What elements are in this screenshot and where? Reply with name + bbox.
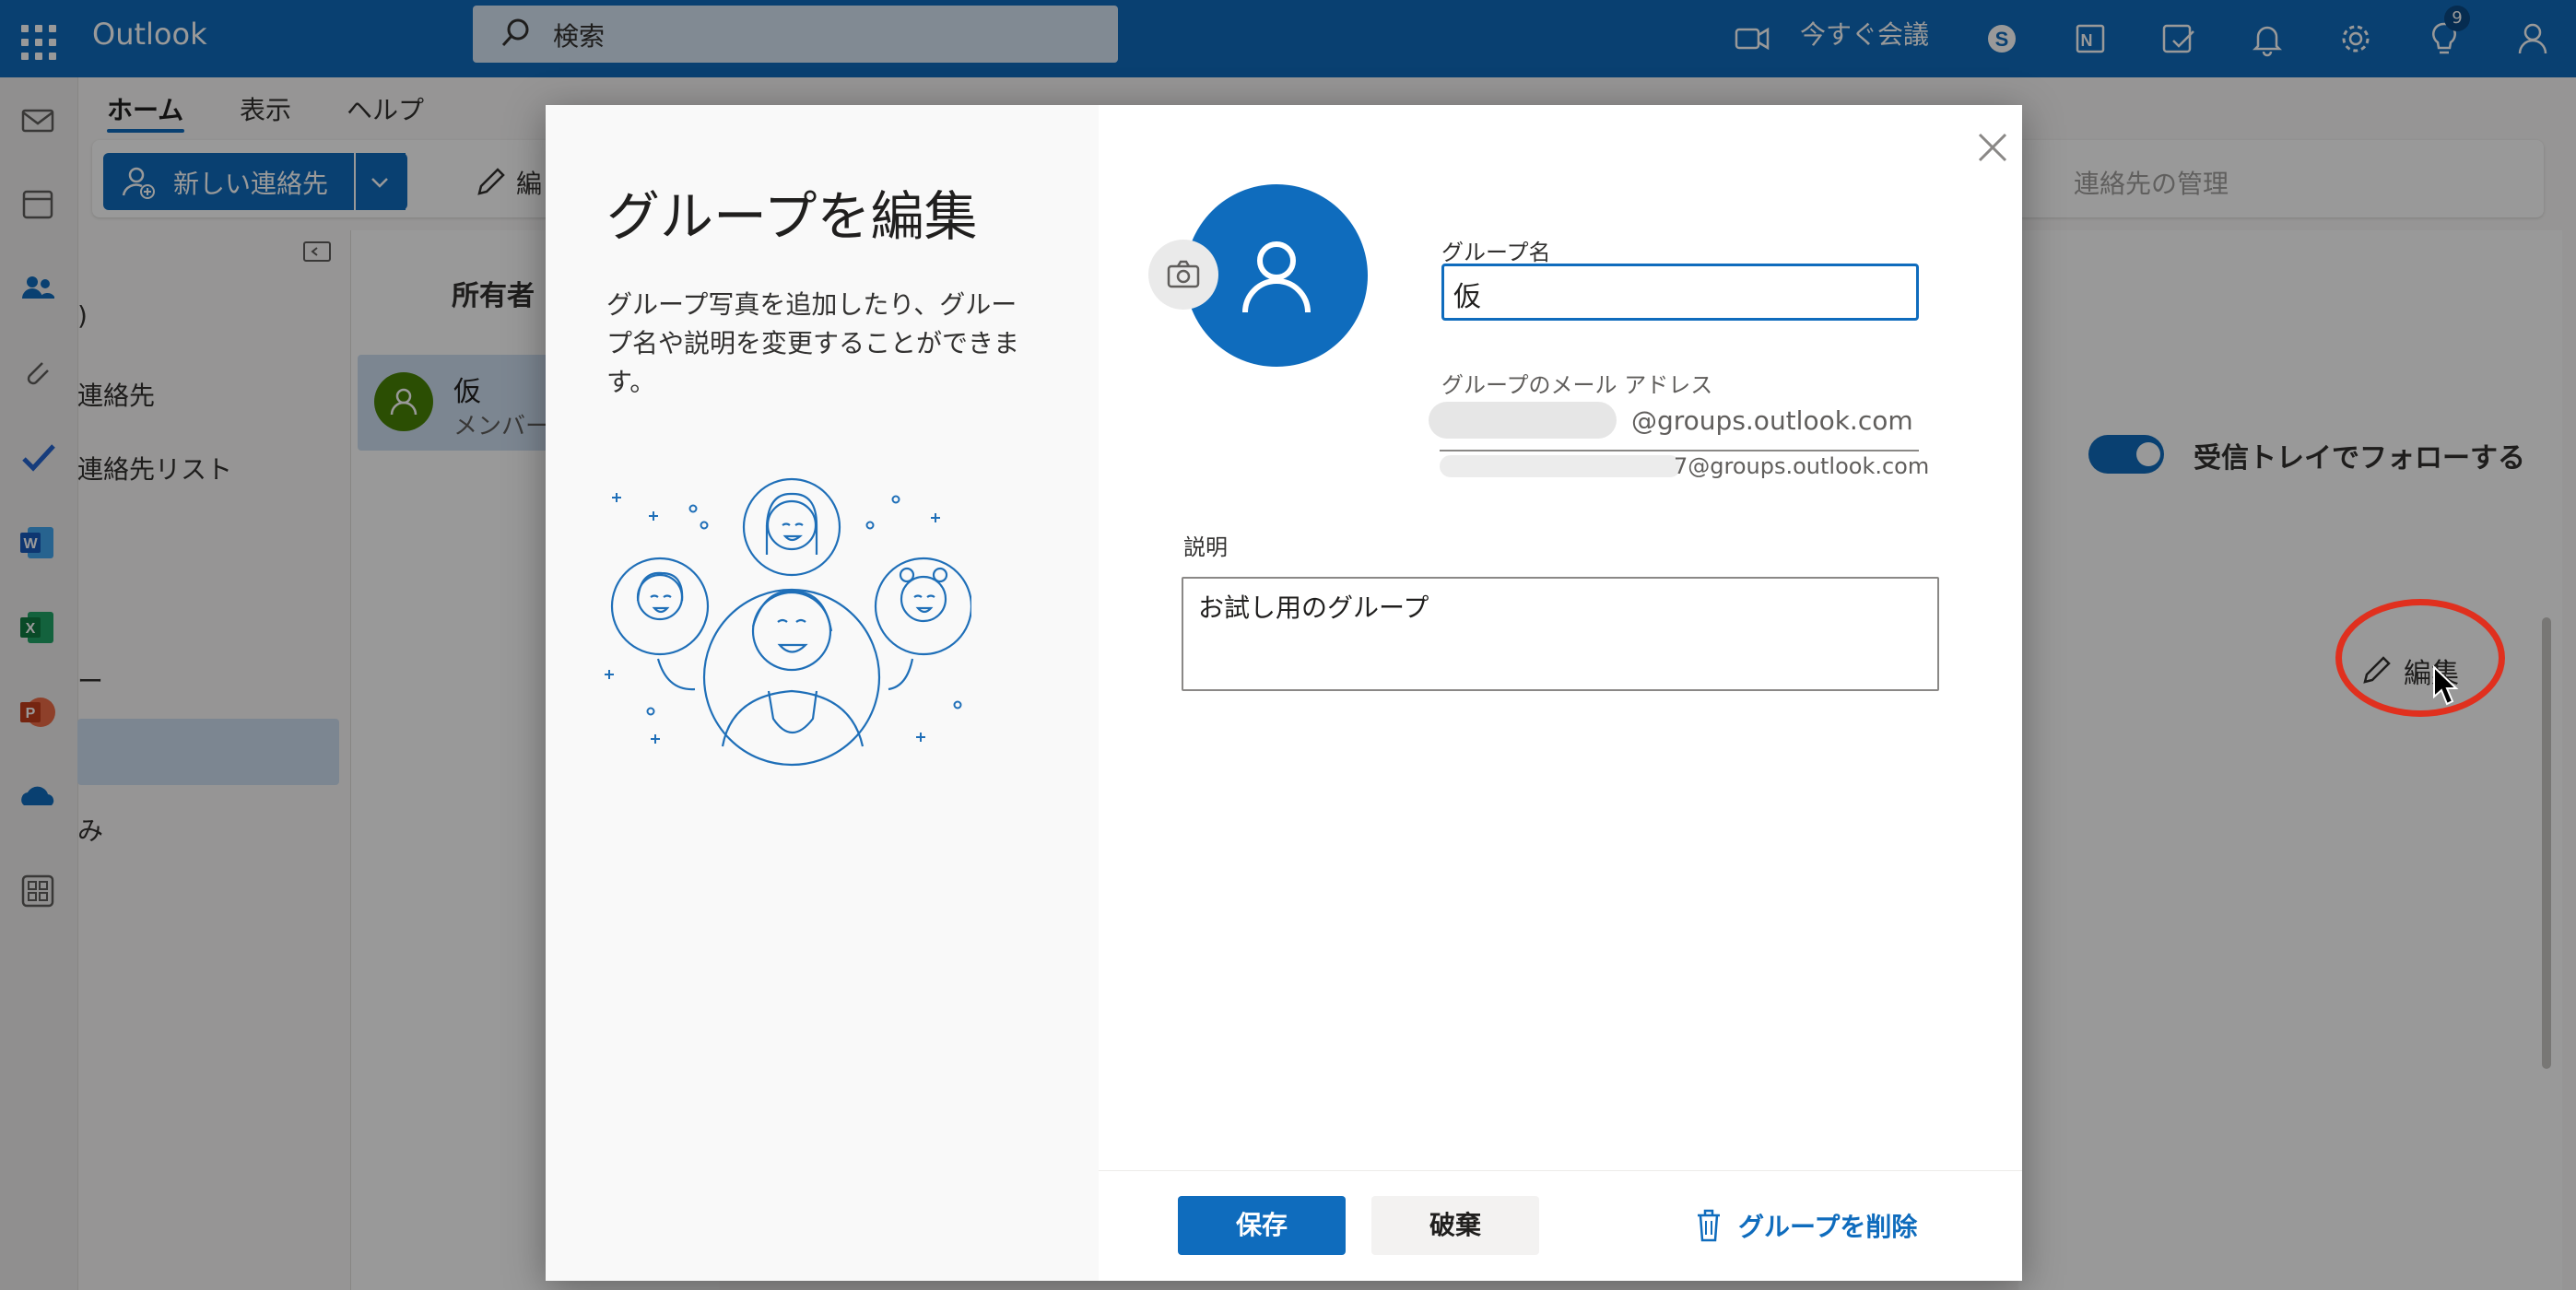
discard-button[interactable]: 破棄	[1371, 1196, 1539, 1255]
description-textarea[interactable]: お試し用のグループ	[1182, 577, 1939, 691]
annotation-circle	[2335, 599, 2505, 717]
email-divider	[1440, 450, 1919, 452]
group-name-input[interactable]: 仮	[1441, 264, 1919, 321]
camera-icon	[1167, 260, 1200, 288]
email-alt-redacted	[1440, 455, 1681, 477]
footer-divider	[1099, 1170, 2022, 1171]
email-alias-redacted[interactable]	[1429, 402, 1617, 439]
group-illustration-icon	[605, 477, 971, 767]
dialog-title: グループを編集	[606, 185, 978, 248]
mouse-cursor-icon	[2433, 665, 2459, 706]
group-email-label: グループのメール アドレス	[1441, 372, 1713, 398]
close-icon[interactable]	[1972, 127, 2013, 168]
group-name-label: グループ名	[1441, 240, 1551, 265]
trash-icon[interactable]	[1692, 1207, 1725, 1244]
delete-group-button[interactable]: グループを削除	[1738, 1207, 1917, 1244]
group-person-icon	[1242, 241, 1311, 313]
save-button[interactable]: 保存	[1178, 1196, 1346, 1255]
dialog-description: グループ写真を追加したり、グループ名や説明を変更することができます。	[606, 289, 1020, 397]
email-domain: @groups.outlook.com	[1631, 405, 1913, 436]
description-label: 説明	[1183, 534, 1228, 560]
email-domain-alt: 7@groups.outlook.com	[1674, 453, 1930, 479]
